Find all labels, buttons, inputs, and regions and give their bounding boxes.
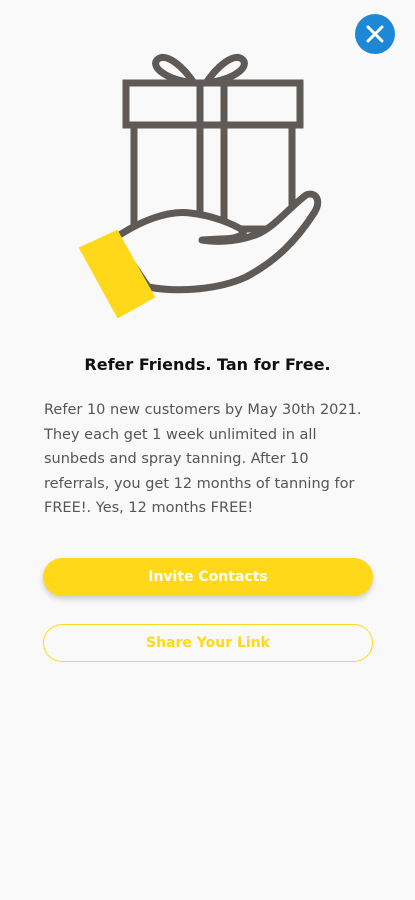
referral-description: Refer 10 new customers by May 30th 2021.… bbox=[44, 402, 362, 516]
page-title: Refer Friends. Tan for Free. bbox=[84, 355, 331, 374]
share-link-button[interactable]: Share Your Link bbox=[43, 624, 373, 662]
close-icon bbox=[366, 25, 384, 43]
gift-in-hand-icon bbox=[79, 54, 322, 318]
close-button[interactable] bbox=[355, 14, 395, 54]
invite-contacts-button[interactable]: Invite Contacts bbox=[43, 558, 373, 596]
